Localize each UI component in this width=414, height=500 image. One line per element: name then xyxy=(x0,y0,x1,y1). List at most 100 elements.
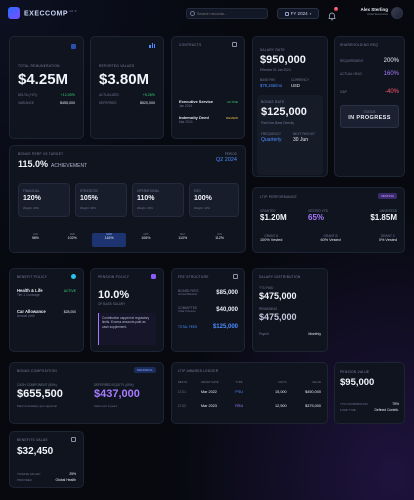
month-value: 102% xyxy=(67,236,77,240)
contribution-value: 75% xyxy=(392,402,399,406)
requirement-value: 200% xyxy=(383,58,399,64)
column-header: VALUE xyxy=(312,380,321,384)
fiscal-year-select[interactable]: FY 2024 ▾ xyxy=(277,8,319,19)
contract-item[interactable]: Executive Service ACTIVE Jan 2024 xyxy=(179,99,238,108)
notifications-button[interactable]: 3 xyxy=(328,7,338,21)
grant-item[interactable]: GRANT A 100% Vested xyxy=(260,234,282,242)
metric-weight: Weight: 20% xyxy=(137,206,153,210)
ltip-ledger-title: LTIP AWARDS LEDGER xyxy=(178,369,219,373)
salary-dist-title: SALARY DISTRIBUTION xyxy=(259,275,301,279)
month-cell[interactable]: JUN 112% xyxy=(202,233,237,247)
payroll-label: Payroll xyxy=(259,332,269,336)
next-payout-value: 30 Jun xyxy=(293,137,309,143)
month-value: 110% xyxy=(178,236,188,240)
user-info[interactable]: Alex Sterling Chief Executive xyxy=(340,7,388,16)
cell-value: $375,000 xyxy=(305,404,321,408)
cell-value: $450,000 xyxy=(305,390,321,394)
vested-stat: VESTED YTD 65% xyxy=(308,209,328,222)
total-remuneration-label: TOTAL REMUNERATION xyxy=(18,64,60,68)
ytd-paid-value: $475,000 xyxy=(259,291,297,301)
cell-date: Mar 2023 xyxy=(200,404,217,408)
fund-type-label: FUND TYPE xyxy=(340,408,356,412)
remaining-label: REMAINING xyxy=(259,307,278,311)
metric-card-strategic[interactable]: STRATEGIC 105% Weight: 30% xyxy=(75,183,127,217)
metric-card-esg[interactable]: ESG 100% Weight: 10% xyxy=(189,183,239,217)
fee-value: $85,000 xyxy=(216,289,238,296)
benefit-item[interactable]: Car Allowance $28,000 Annual Limit xyxy=(17,309,76,318)
fee-sub: Annual Retainer xyxy=(178,293,198,296)
period-value: Q2 2024 xyxy=(215,157,237,163)
status-value: IN PROGRESS xyxy=(348,115,391,121)
base-pay-value: $79,166/mo xyxy=(260,83,283,88)
pension-policy-title: PENSION POLICY xyxy=(98,275,130,279)
grant-item[interactable]: GRANT B 60% Vested xyxy=(320,234,340,242)
granted-value: $1.20M xyxy=(260,213,287,222)
grant-item[interactable]: GRANT C 0% Vested xyxy=(379,234,397,242)
status-label: STATUS xyxy=(363,110,376,114)
benefits-value-card: BENEFITS VALUE $32,450 VS BASE SALARY 25… xyxy=(9,431,84,488)
actualized-value: +5.26% xyxy=(142,93,155,97)
achievement-value: 115.0% xyxy=(18,159,49,169)
search-box[interactable] xyxy=(186,8,268,19)
table-header: REF ID GRANT DATE TYPE UNITS VALUE xyxy=(178,380,321,384)
chevron-down-icon: ▾ xyxy=(309,11,312,16)
wallet-icon xyxy=(71,44,76,49)
column-header: GRANT DATE xyxy=(200,380,219,384)
ratio-value: 25% xyxy=(69,472,76,476)
currency-value: USD xyxy=(291,83,300,88)
metric-weight: Weight: 40% xyxy=(23,206,39,210)
provider-value: Global Health xyxy=(55,478,76,482)
benefit-sub: Tier 1 Coverage xyxy=(17,293,40,297)
shareholding-card: SHAREHOLDING REQ REQUIREMENT 200% ACTUAL… xyxy=(334,36,405,177)
month-cell[interactable]: JAN 98% xyxy=(18,233,53,247)
metric-value: 105% xyxy=(80,195,98,202)
shareholding-title: SHAREHOLDING REQ xyxy=(340,43,379,47)
vesting-badge: VESTING xyxy=(377,193,397,199)
frequency-label: FREQUENCY xyxy=(261,132,282,136)
grant-status: 0% Vested xyxy=(378,238,397,242)
month-cell-active[interactable]: MAR 116% xyxy=(91,233,127,247)
contracts-card: CONTRACTS Executive Service ACTIVE Jan 20… xyxy=(171,36,245,139)
search-input[interactable] xyxy=(196,11,264,16)
metric-name: STRATEGIC xyxy=(80,189,99,193)
contract-item[interactable]: Indemnity Deed REVIEW Mar 2024 xyxy=(179,115,238,124)
gap-label: GAP xyxy=(340,90,347,94)
benefit-value: ACTIVE xyxy=(63,288,76,293)
metric-card-financial[interactable]: FINANCIAL 120% Weight: 40% xyxy=(18,183,70,217)
provider-label: PROVIDER xyxy=(17,478,32,482)
grant-list: GRANT A 100% Vested GRANT B 60% Vested GRA… xyxy=(260,234,397,242)
cell-ref: LT-02 xyxy=(178,404,186,408)
pension-value-title: PENSION VALUE xyxy=(340,370,370,374)
salary-value: $950,000 xyxy=(260,54,306,66)
pension-policy-card: PENSION POLICY 10.0% OF BASE SALARY Cont… xyxy=(90,268,164,352)
month-cell[interactable]: MAY 110% xyxy=(165,233,200,247)
avatar[interactable] xyxy=(391,7,403,19)
benefit-policy-title: BENEFIT POLICY xyxy=(17,275,48,279)
benefit-item[interactable]: Health & Life ACTIVE Tier 1 Coverage xyxy=(17,288,76,297)
pension-rate-sub: OF BASE SALARY xyxy=(98,302,126,306)
month-cell[interactable]: APR 106% xyxy=(128,233,163,247)
metric-weight: Weight: 10% xyxy=(194,206,210,210)
cell-type: PSU xyxy=(235,390,243,394)
achievement-suffix: ACHIEVEMENT xyxy=(51,163,88,169)
month-cell[interactable]: FEB 102% xyxy=(55,233,90,247)
bonus-rate-label: BONUS RATE xyxy=(261,100,285,104)
base-pay-label: BASE PAY xyxy=(260,78,276,82)
cell-type: RSU xyxy=(235,404,244,408)
deferred-equity-value: $437,000 xyxy=(94,388,140,400)
gift-icon xyxy=(71,437,76,442)
remaining-value: $475,000 xyxy=(259,312,297,322)
payroll-value: Monthly xyxy=(308,332,321,336)
metric-card-operational[interactable]: OPERATIONAL 110% Weight: 20% xyxy=(132,183,184,217)
month-value: 116% xyxy=(104,236,114,240)
table-row[interactable]: LT-01 Mar 2022 PSU 15,000 $450,000 xyxy=(178,390,321,394)
pension-note: Contribution capped at regulatory limits… xyxy=(98,313,156,345)
status-badge: STATUS IN PROGRESS xyxy=(340,105,399,128)
bonus-achievement: 115.0% ACHIEVEMENT xyxy=(18,159,87,169)
monthly-strip: JAN 98% FEB 102% MAR 116% APR 106% MAY 110% J… xyxy=(18,233,237,247)
actual-held-value: 160% xyxy=(383,71,399,77)
fund-type-value: Defined Contrib. xyxy=(374,408,399,412)
currency-label: CURRENCY xyxy=(291,78,310,82)
table-row[interactable]: LT-02 Mar 2023 RSU 12,500 $375,000 xyxy=(178,404,321,408)
unvested-stat: UNVESTED $1.85M xyxy=(370,209,397,222)
